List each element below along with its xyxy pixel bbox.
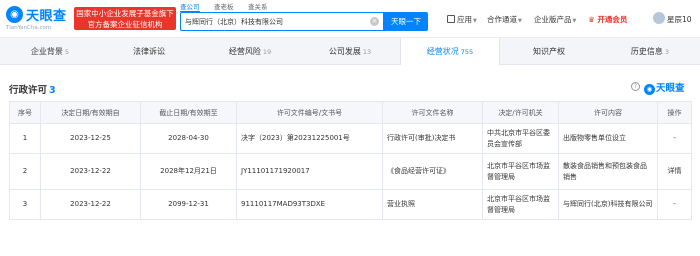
nav-app[interactable]: 应用▼ [447,14,477,25]
tab-count: 19 [262,48,272,56]
cell-doc-name: 营业执照 [382,189,483,220]
col-header-content: 许可内容 [558,101,658,124]
cell-doc-name: 行政许可(审批)决定书 [382,123,483,154]
logo-text: 天眼查 [26,9,67,24]
cell-action: - [657,189,692,220]
watermark-logo: ◉ 天眼查 [644,80,685,95]
tab-label: 企业背景 [30,47,63,56]
module-tabs: 企业背景 5 法律诉讼 经营风险 19 公司发展 13 经营状况 755 知识产权 历史… [0,38,700,65]
nav-vip-label: 开通会员 [597,15,628,24]
table-row: 1 2023-12-25 2028-04-30 决字（2023）第2023122… [9,123,692,154]
promo-line-2: 官方备案企业征信机构 [87,20,163,29]
cell-content: 散装食品销售和预包装食品销售 [558,153,658,190]
cell-doc-number: 决字（2023）第20231225001号 [236,123,383,154]
tab-label: 公司发展 [328,47,361,56]
cell-authority: 北京市平谷区市场监督管理局 [482,153,559,190]
tab-operating-status[interactable]: 经营状况 755 [400,38,500,65]
search-button[interactable]: 天眼一下 [384,12,428,31]
logo-subtext: TianYanCha.com [6,25,52,31]
tab-legal[interactable]: 法律诉讼 [100,38,200,65]
logo-eye-icon: ◉ [644,84,655,95]
cell-content: 与辉同行(北京)科技有限公司 [558,189,658,220]
nav-app-label: 应用 [457,15,472,24]
chevron-down-icon: ▼ [572,18,577,24]
table-row: 2 2023-12-22 2028年12月21日 JY1110117192001… [9,153,692,190]
col-header-doc-number: 许可文件编号/文书号 [236,101,383,124]
search-input[interactable] [185,15,369,28]
avatar[interactable] [653,12,665,24]
tab-label: 历史信息 [630,47,663,56]
nav-user[interactable]: 星辰10 [667,14,692,25]
site-logo[interactable]: ◉ 天眼查 TianYanCha.com [6,4,72,34]
tab-label: 经营状况 [426,47,459,56]
nav-cooperation[interactable]: 合作通道▼ [487,14,522,25]
nav-enterprise[interactable]: 企业版产品▼ [534,14,576,25]
tab-count: 3 [664,48,670,56]
section-count: 3 [49,85,56,96]
watermark-logo-text: 天眼查 [656,83,685,94]
col-header-start-date: 决定日期/有效期自 [40,101,141,124]
cell-index: 3 [9,189,41,220]
tab-count: 5 [64,48,70,56]
clear-icon[interactable]: × [370,17,379,26]
cell-end-date: 2099-12-31 [140,189,237,220]
cell-doc-number: 91110117MAD93T3DXE [236,189,383,220]
cell-authority: 中共北京市平谷区委员会宣传部 [482,123,559,154]
cell-action: - [657,123,692,154]
admin-license-table: 序号 决定日期/有效期自 截止日期/有效期至 许可文件编号/文书号 许可文件名称… [9,101,692,220]
cell-doc-name: 《食品经营许可证》 [382,153,483,190]
col-header-doc-name: 许可文件名称 [382,101,483,124]
top-bar: ◉ 天眼查 TianYanCha.com 国家中小企业发展子基金旗下 官方备案企… [0,0,700,38]
logo-eye-icon: ◉ [6,6,23,23]
cell-end-date: 2028年12月21日 [140,153,237,190]
cell-authority: 北京市平谷区市场监督管理局 [482,189,559,220]
search-tab-company[interactable]: 查公司 [180,1,200,12]
details-link[interactable]: 详情 [657,153,692,190]
nav-cooperation-label: 合作通道 [487,15,517,24]
tab-label: 经营风险 [228,47,261,56]
section-title-label: 行政许可 [9,85,48,96]
nav-enterprise-label: 企业版产品 [534,15,572,24]
tab-label: 知识产权 [533,47,565,56]
search-box: × [180,12,384,31]
tab-business-risk[interactable]: 经营风险 19 [200,38,300,65]
col-header-authority: 决定/许可机关 [482,101,559,124]
tab-enterprise-background[interactable]: 企业背景 5 [0,38,100,65]
grid-icon [447,15,455,23]
help-icon[interactable]: ? [631,82,640,91]
cell-start-date: 2023-12-22 [40,153,141,190]
cell-index: 2 [9,153,41,190]
cell-end-date: 2028-04-30 [140,123,237,154]
col-header-action: 操作 [657,101,692,124]
section-title: 行政许可 3 [9,82,56,96]
col-header-end-date: 截止日期/有效期至 [140,101,237,124]
cell-doc-number: JY11101171920017 [236,153,383,190]
tab-count: 755 [460,48,474,56]
promo-line-1: 国家中小企业发展子基金旗下 [76,9,174,18]
cell-index: 1 [9,123,41,154]
table-row: 3 2023-12-22 2099-12-31 91110117MAD93T3D… [9,189,692,220]
tab-company-development[interactable]: 公司发展 13 [300,38,400,65]
chevron-down-icon: ▼ [518,18,522,24]
cell-start-date: 2023-12-22 [40,189,141,220]
search-tab-boss[interactable]: 查老板 [214,1,234,11]
nav-vip[interactable]: ♛ 开通会员 [588,14,627,25]
tab-count: 13 [362,48,372,56]
tab-label: 法律诉讼 [133,47,165,56]
promo-badge[interactable]: 国家中小企业发展子基金旗下 官方备案企业征信机构 [74,7,176,30]
tab-intellectual-property[interactable]: 知识产权 [500,38,600,65]
tab-history[interactable]: 历史信息 3 [600,38,700,65]
nav-user-label: 星辰10 [667,15,692,24]
cell-content: 出版物零售单位设立 [558,123,658,154]
crown-icon: ♛ [588,15,595,24]
cell-start-date: 2023-12-25 [40,123,141,154]
chevron-down-icon: ▼ [473,18,477,24]
search-tab-relation[interactable]: 查关系 [248,1,268,11]
col-header-index: 序号 [9,101,41,124]
table-header-row: 序号 决定日期/有效期自 截止日期/有效期至 许可文件编号/文书号 许可文件名称… [9,101,692,124]
